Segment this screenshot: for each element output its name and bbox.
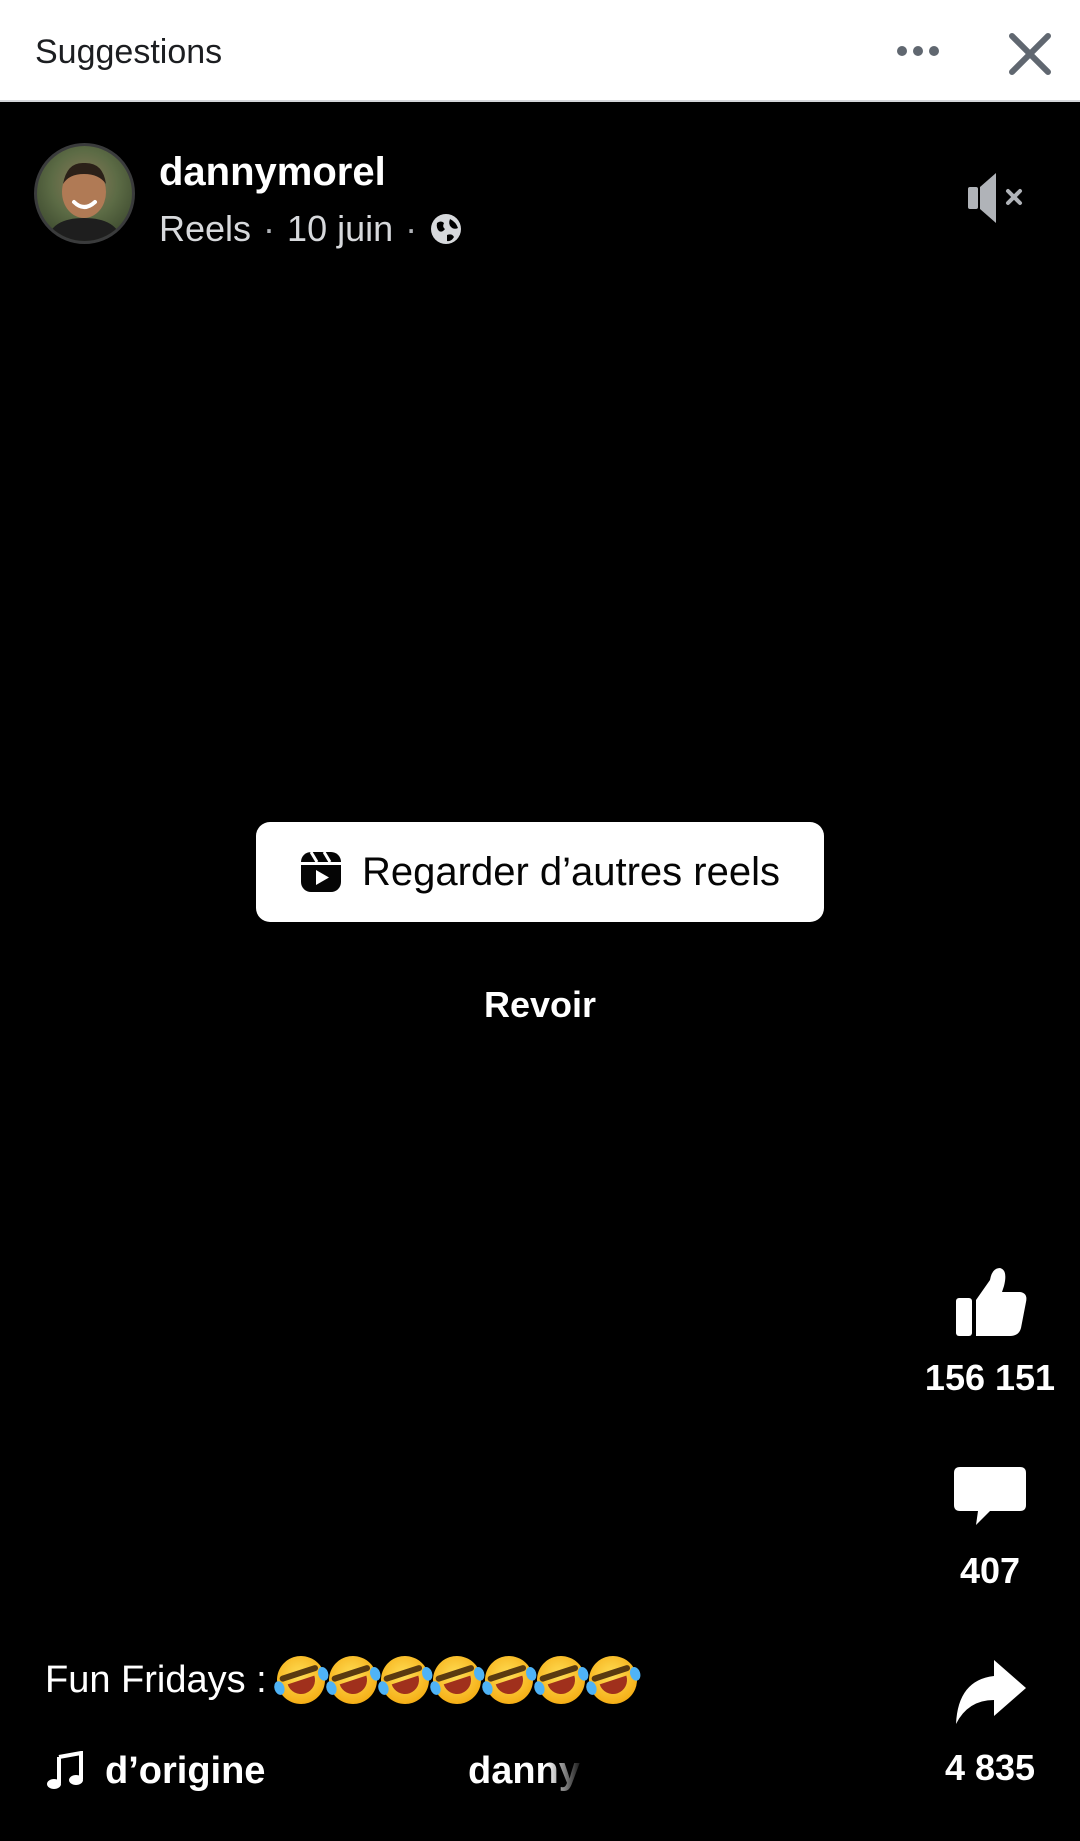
mute-button[interactable] [962, 165, 1028, 231]
meta-separator: · [263, 208, 276, 249]
thumbs-up-icon[interactable] [950, 1262, 1030, 1342]
replay-button[interactable]: Revoir [440, 980, 640, 1030]
watch-more-label: Regarder d’autres reels [362, 849, 780, 894]
laughing-emoji-icon [322, 1649, 383, 1711]
avatar-image [47, 162, 122, 241]
meta-separator: · [405, 208, 418, 249]
emoji-row [270, 1649, 643, 1711]
more-options-button[interactable] [890, 28, 946, 74]
more-dot [929, 46, 939, 56]
laughing-emoji-icon [530, 1649, 591, 1711]
globe-icon [431, 214, 462, 244]
post-type: Reels [159, 208, 252, 249]
comment-count: 407 [959, 1550, 1021, 1591]
caption[interactable]: Fun Fridays : [45, 1649, 825, 1711]
author-name[interactable]: dannymorel [159, 146, 386, 198]
comment-icon[interactable] [950, 1455, 1030, 1535]
post-date[interactable]: 10 juin [287, 205, 393, 253]
laughing-emoji-icon [478, 1649, 539, 1711]
like-action: 156 151 [920, 1262, 1060, 1402]
share-action: 4 835 [920, 1652, 1060, 1792]
more-dot [913, 46, 923, 56]
laughing-emoji-icon [374, 1649, 435, 1711]
avatar[interactable] [34, 143, 135, 244]
close-icon [1009, 33, 1051, 75]
comment-action: 407 [920, 1455, 1060, 1595]
audio-author: danny [468, 1742, 580, 1800]
like-count: 156 151 [924, 1357, 1056, 1398]
speaker-muted-icon [968, 173, 1022, 223]
close-button[interactable] [1002, 26, 1058, 82]
laughing-emoji-icon [270, 1649, 331, 1711]
music-note-icon [47, 1751, 83, 1789]
share-count: 4 835 [944, 1747, 1036, 1788]
page-title: Suggestions [35, 33, 223, 71]
top-bar: Suggestions [0, 0, 1080, 102]
watch-more-reels-button[interactable]: Regarder d’autres reels [256, 822, 824, 922]
audio-attribution[interactable]: d’origine danny [45, 1742, 580, 1800]
audio-title: d’origine [105, 1749, 266, 1792]
more-horizontal-icon [897, 46, 907, 56]
reels-icon [301, 851, 341, 892]
post-meta: Reels · 10 juin · [159, 205, 463, 253]
caption-text: Fun Fridays : [45, 1659, 267, 1701]
laughing-emoji-icon [582, 1649, 643, 1711]
share-icon[interactable] [950, 1652, 1030, 1732]
laughing-emoji-icon [426, 1649, 487, 1711]
